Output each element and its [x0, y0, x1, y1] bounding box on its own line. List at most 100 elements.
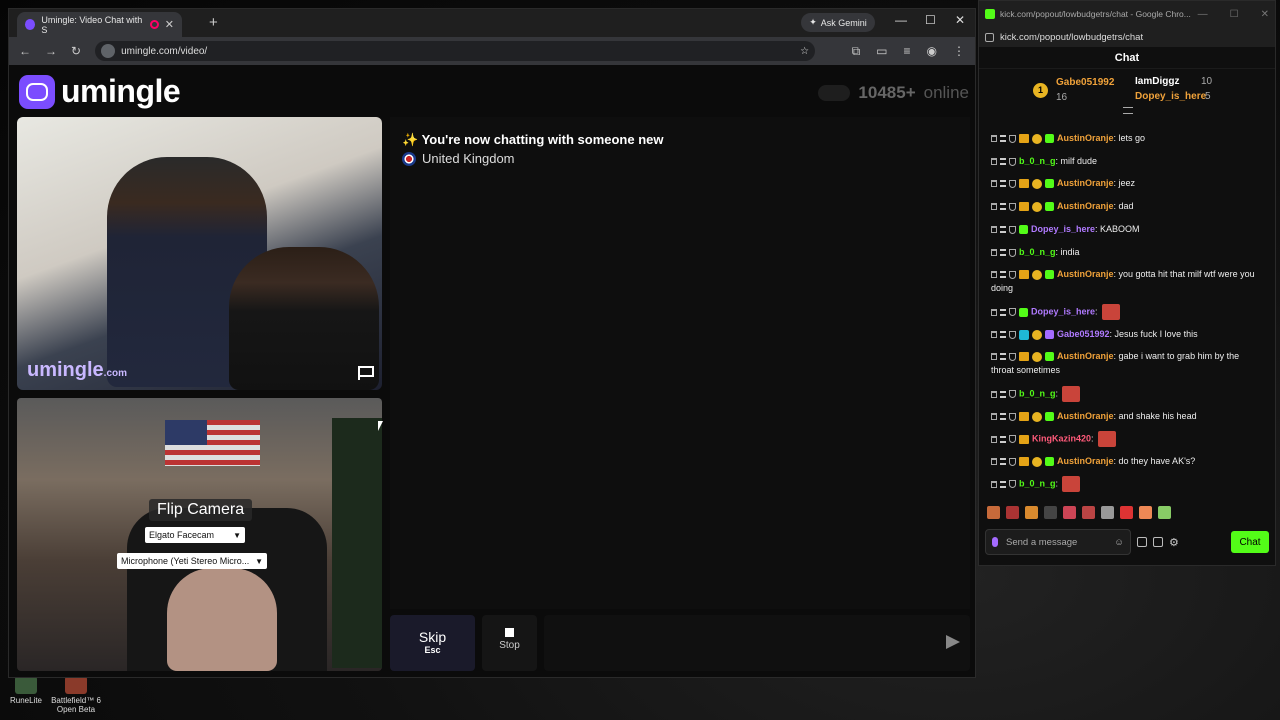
shield-icon[interactable]	[1009, 457, 1016, 466]
message-input[interactable]	[544, 615, 970, 671]
hour-icon[interactable]	[1000, 331, 1006, 339]
bookmark-star-icon[interactable]: ☆	[800, 46, 809, 57]
emote-icon[interactable]	[1044, 506, 1057, 519]
shield-icon[interactable]	[1009, 330, 1016, 339]
chat-username[interactable]: AustinOranje	[1057, 411, 1114, 421]
trash-icon[interactable]	[991, 308, 997, 316]
microphone-select[interactable]: Microphone (Yeti Stereo Micro... ▼	[117, 553, 267, 569]
hour-icon[interactable]	[1000, 203, 1006, 211]
forward-icon[interactable]: →	[45, 44, 57, 58]
hour-icon[interactable]	[1000, 458, 1006, 466]
close-window-icon[interactable]: ✕	[955, 13, 965, 27]
trash-icon[interactable]	[991, 226, 997, 234]
chat-input[interactable]: Send a message ☺	[985, 529, 1131, 555]
hour-icon[interactable]	[1000, 249, 1006, 257]
hour-icon[interactable]	[1000, 353, 1006, 361]
desktop-icon-battlefield[interactable]: Battlefield™ 6 Open Beta	[46, 676, 106, 714]
shield-icon[interactable]	[1009, 390, 1016, 398]
trash-icon[interactable]	[991, 249, 997, 257]
hour-icon[interactable]	[1000, 390, 1006, 398]
extensions-icon[interactable]: ⧉	[852, 44, 861, 59]
new-tab-button[interactable]: +	[209, 14, 218, 31]
ask-gemini-button[interactable]: ✦ Ask Gemini	[801, 13, 875, 32]
leaderboard-user-3[interactable]: Dopey_is_here	[1135, 91, 1206, 102]
online-toggle[interactable]	[818, 85, 851, 101]
trash-icon[interactable]	[991, 480, 997, 488]
flip-camera-button[interactable]: Flip Camera	[149, 499, 253, 521]
chat-username[interactable]: KingKazin420	[1032, 433, 1091, 443]
chat-username[interactable]: b_0_n_g	[1019, 478, 1056, 488]
send-icon[interactable]	[946, 635, 960, 649]
emote-icon[interactable]	[987, 506, 1000, 519]
hour-icon[interactable]	[1000, 226, 1006, 234]
close-tab-icon[interactable]: ✕	[165, 18, 174, 31]
shield-icon[interactable]	[1009, 412, 1016, 421]
trash-icon[interactable]	[991, 271, 997, 279]
leaderboard-user-1[interactable]: Gabe051992	[1056, 77, 1114, 88]
hour-icon[interactable]	[1000, 435, 1006, 443]
shield-icon[interactable]	[1009, 308, 1016, 316]
emote-icon[interactable]	[1082, 506, 1095, 519]
trash-icon[interactable]	[991, 180, 997, 188]
chat-send-button[interactable]: Chat	[1231, 531, 1269, 553]
chat-username[interactable]: AustinOranje	[1057, 133, 1114, 143]
minimize-icon[interactable]: —	[1198, 9, 1208, 20]
shield-icon[interactable]	[1009, 270, 1016, 279]
chat-username[interactable]: AustinOranje	[1057, 269, 1114, 279]
chat-username[interactable]: AustinOranje	[1057, 456, 1114, 466]
shield-icon[interactable]	[1009, 179, 1016, 188]
trash-icon[interactable]	[991, 158, 997, 166]
maximize-icon[interactable]: ☐	[925, 13, 936, 27]
chat-username[interactable]: b_0_n_g	[1019, 388, 1056, 398]
maximize-icon[interactable]: ☐	[1230, 9, 1239, 20]
close-window-icon[interactable]: ✕	[1261, 9, 1269, 20]
emote-icon[interactable]	[1120, 506, 1133, 519]
chat-username[interactable]: b_0_n_g	[1019, 156, 1056, 166]
shield-icon[interactable]	[1009, 157, 1016, 166]
hour-icon[interactable]	[1000, 271, 1006, 279]
emote-icon[interactable]	[1139, 506, 1152, 519]
shield-icon[interactable]	[1009, 134, 1016, 143]
shield-icon[interactable]	[1009, 202, 1016, 211]
kicks-icon[interactable]	[1137, 537, 1147, 547]
chat-username[interactable]: AustinOranje	[1057, 201, 1114, 211]
shield-icon[interactable]	[1009, 248, 1016, 257]
emoji-icon[interactable]: ☺	[1114, 537, 1124, 548]
hour-icon[interactable]	[1000, 308, 1006, 316]
hour-icon[interactable]	[1000, 413, 1006, 421]
hour-icon[interactable]	[1000, 480, 1006, 488]
store-icon[interactable]	[1153, 537, 1163, 547]
hour-icon[interactable]	[1000, 135, 1006, 143]
hour-icon[interactable]	[1000, 180, 1006, 188]
site-info-icon[interactable]	[101, 44, 116, 58]
trash-icon[interactable]	[991, 135, 997, 143]
hour-icon[interactable]	[1000, 158, 1006, 166]
address-bar[interactable]: umingle.com/video/ ☆	[95, 41, 816, 61]
shield-icon[interactable]	[1009, 435, 1016, 443]
skip-button[interactable]: Skip Esc	[390, 615, 475, 671]
site-settings-icon[interactable]	[985, 32, 994, 42]
camera-select[interactable]: Elgato Facecam ▼	[145, 527, 245, 543]
chat-username[interactable]: Gabe051992	[1057, 329, 1110, 339]
emote-icon[interactable]	[1006, 506, 1019, 519]
trash-icon[interactable]	[991, 413, 997, 421]
trash-icon[interactable]	[991, 458, 997, 466]
minimize-icon[interactable]: —	[895, 13, 907, 27]
shield-icon[interactable]	[1009, 225, 1016, 234]
trash-icon[interactable]	[991, 435, 997, 443]
report-flag-icon[interactable]	[358, 366, 374, 380]
trash-icon[interactable]	[991, 390, 997, 398]
menu-icon[interactable]: ⋮	[953, 44, 965, 59]
chat-username[interactable]: b_0_n_g	[1019, 247, 1056, 257]
leaderboard-user-2[interactable]: IamDiggz	[1135, 76, 1179, 87]
expand-leaderboard-icon[interactable]	[1123, 107, 1133, 114]
reload-icon[interactable]: ↻	[71, 44, 81, 58]
chat-username[interactable]: AustinOranje	[1057, 178, 1114, 188]
emote-icon[interactable]	[1158, 506, 1171, 519]
trash-icon[interactable]	[991, 331, 997, 339]
shield-icon[interactable]	[1009, 352, 1016, 361]
umingle-logo[interactable]: umingle	[19, 73, 181, 110]
media-icon[interactable]: ≡	[904, 44, 911, 59]
stop-button[interactable]: Stop	[482, 615, 537, 671]
emote-icon[interactable]	[1025, 506, 1038, 519]
